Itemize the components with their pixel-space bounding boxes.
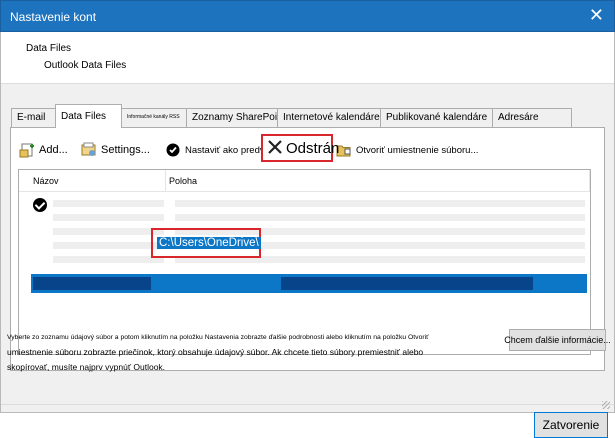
redacted-name — [53, 242, 164, 249]
tab-address-books[interactable]: Adresáre — [492, 108, 572, 128]
help-description: Vyberte zo zoznamu údajový súbor a potom… — [7, 330, 497, 375]
tab-sharepoint-lists[interactable]: Zoznamy SharePointu — [186, 108, 278, 128]
list-item[interactable] — [31, 250, 587, 272]
checkmark-circle-icon — [165, 142, 181, 158]
tab-internet-calendars[interactable]: Internetové kalendáre — [277, 108, 381, 128]
close-icon[interactable]: ✕ — [589, 7, 604, 25]
header-panel: Data Files Outlook Data Files — [1, 32, 614, 84]
list-header: Názov Poloha — [19, 170, 590, 192]
open-location-label: Otvoriť umiestnenie súboru... — [356, 144, 479, 156]
column-divider[interactable] — [589, 170, 590, 192]
footer-divider — [1, 404, 614, 405]
column-location[interactable]: Poloha — [169, 176, 197, 186]
redacted-name — [33, 277, 151, 290]
redacted-name — [53, 256, 164, 263]
close-button[interactable]: Zatvorenie — [534, 412, 608, 438]
remove-button[interactable]: Odstrán — [261, 134, 339, 162]
title-bar: Nastavenie kont ✕ — [0, 0, 615, 32]
set-default-label: Nastaviť ako predvol — [185, 144, 272, 156]
set-default-button[interactable]: Nastaviť ako predvol — [165, 142, 272, 158]
redacted-name — [53, 214, 164, 221]
column-name[interactable]: Názov — [33, 176, 59, 186]
section-subtitle: Outlook Data Files — [44, 60, 127, 71]
description-line-1: Vyberte zo zoznamu údajový súbor a potom… — [7, 334, 429, 341]
dialog-body: Data Files Outlook Data Files E-mail Dat… — [0, 32, 615, 438]
data-files-list[interactable]: Názov Poloha — [18, 169, 591, 355]
column-divider[interactable] — [165, 170, 166, 192]
add-button[interactable]: Add... — [19, 142, 68, 158]
redacted-name — [53, 200, 164, 207]
add-label: Add... — [39, 144, 68, 156]
description-line-2: umiestnenie súboru zobrazte priečinok, k… — [7, 347, 424, 357]
list-item-selected[interactable] — [31, 274, 587, 293]
tab-published-calendars[interactable]: Publikované kalendáre — [380, 108, 493, 128]
open-location-button[interactable]: Otvoriť umiestnenie súboru... — [336, 142, 478, 158]
settings-label: Settings... — [101, 144, 150, 156]
redacted-location — [175, 214, 585, 221]
tab-rss-feeds[interactable]: Informačné kanály RSS — [121, 108, 187, 128]
more-info-button[interactable]: Chcem ďalšie informácie... — [504, 329, 611, 351]
redacted-location — [175, 200, 585, 207]
settings-button[interactable]: Settings... — [81, 142, 150, 158]
redacted-location — [281, 277, 533, 290]
description-line-3: skopírovať, musíte najprv vypnúť Outlook… — [7, 362, 166, 372]
redacted-name — [53, 228, 164, 235]
window-title: Nastavenie kont — [10, 10, 97, 24]
resize-grip-icon[interactable] — [602, 401, 610, 409]
remove-x-icon — [267, 139, 283, 158]
add-file-icon — [19, 142, 35, 158]
remove-label: Odstrán — [286, 139, 340, 157]
section-title: Data Files — [26, 43, 72, 54]
selected-file-path: C:\Users\OneDrive\ — [157, 237, 261, 249]
settings-icon — [81, 142, 97, 158]
tab-email[interactable]: E-mail — [11, 108, 56, 128]
tab-data-files[interactable]: Data Files — [55, 104, 122, 128]
